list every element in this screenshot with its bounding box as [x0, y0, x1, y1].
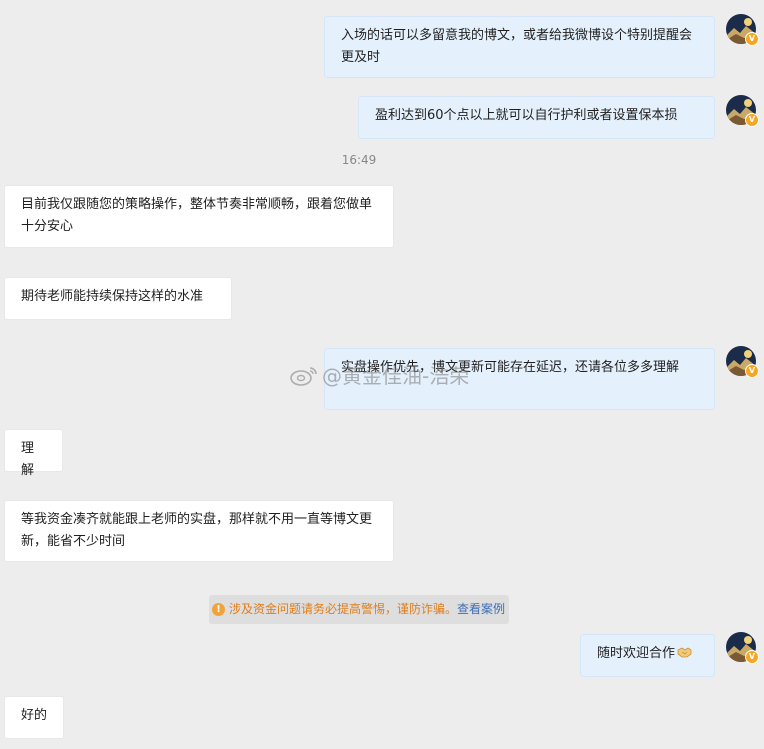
message-text: 盈利达到60个点以上就可以自行护利或者设置保本损: [375, 108, 678, 123]
message-text: 随时欢迎合作: [597, 646, 676, 661]
message-bubble-outgoing[interactable]: 入场的话可以多留意我的博文，或者给我微博设个特别提醒会更及时: [324, 16, 715, 78]
message-bubble-outgoing[interactable]: 随时欢迎合作: [580, 634, 715, 677]
weibo-logo-icon: [290, 366, 317, 386]
verified-badge-icon: V: [745, 32, 759, 46]
handshake-emoji-icon: [677, 647, 692, 658]
message-bubble-incoming[interactable]: 目前我仅跟随您的策略操作，整体节奏非常顺畅，跟着您做单十分安心: [4, 185, 394, 248]
chat-window: 入场的话可以多留意我的博文，或者给我微博设个特别提醒会更及时 V 盈利达到60个…: [0, 0, 764, 749]
view-cases-link[interactable]: 查看案例: [457, 602, 505, 616]
message-text: 实盘操作优先，博文更新可能存在延迟，还请各位多多理解: [341, 360, 680, 375]
message-text: 等我资金凑齐就能跟上老师的实盘，那样就不用一直等博文更新，能省不少时间: [21, 512, 373, 549]
security-notice: ! 涉及资金问题请务必提高警惕，谨防诈骗。查看案例: [209, 595, 509, 624]
notice-text: 涉及资金问题请务必提高警惕，谨防诈骗。: [229, 602, 458, 616]
avatar[interactable]: V: [726, 14, 759, 46]
message-bubble-incoming[interactable]: 好的: [4, 696, 64, 739]
avatar[interactable]: V: [726, 346, 759, 378]
message-text: 目前我仅跟随您的策略操作，整体节奏非常顺畅，跟着您做单十分安心: [21, 197, 373, 234]
message-text: 理解: [21, 441, 35, 478]
message-bubble-outgoing[interactable]: 实盘操作优先，博文更新可能存在延迟，还请各位多多理解: [324, 348, 715, 410]
verified-badge-icon: V: [745, 113, 759, 127]
avatar[interactable]: V: [726, 95, 759, 127]
message-text: 入场的话可以多留意我的博文，或者给我微博设个特别提醒会更及时: [341, 28, 693, 65]
message-text: 期待老师能持续保持这样的水准: [21, 289, 204, 304]
message-bubble-incoming[interactable]: 理解: [4, 429, 63, 478]
avatar[interactable]: V: [726, 632, 759, 664]
message-bubble-incoming[interactable]: 等我资金凑齐就能跟上老师的实盘，那样就不用一直等博文更新，能省不少时间: [4, 500, 394, 562]
message-bubble-outgoing[interactable]: 盈利达到60个点以上就可以自行护利或者设置保本损: [358, 96, 715, 139]
warning-icon: !: [212, 603, 225, 616]
verified-badge-icon: V: [745, 364, 759, 378]
verified-badge-icon: V: [745, 650, 759, 664]
message-bubble-incoming[interactable]: 期待老师能持续保持这样的水准: [4, 277, 232, 320]
message-timestamp: 16:49: [341, 153, 377, 167]
message-text: 好的: [21, 708, 48, 723]
